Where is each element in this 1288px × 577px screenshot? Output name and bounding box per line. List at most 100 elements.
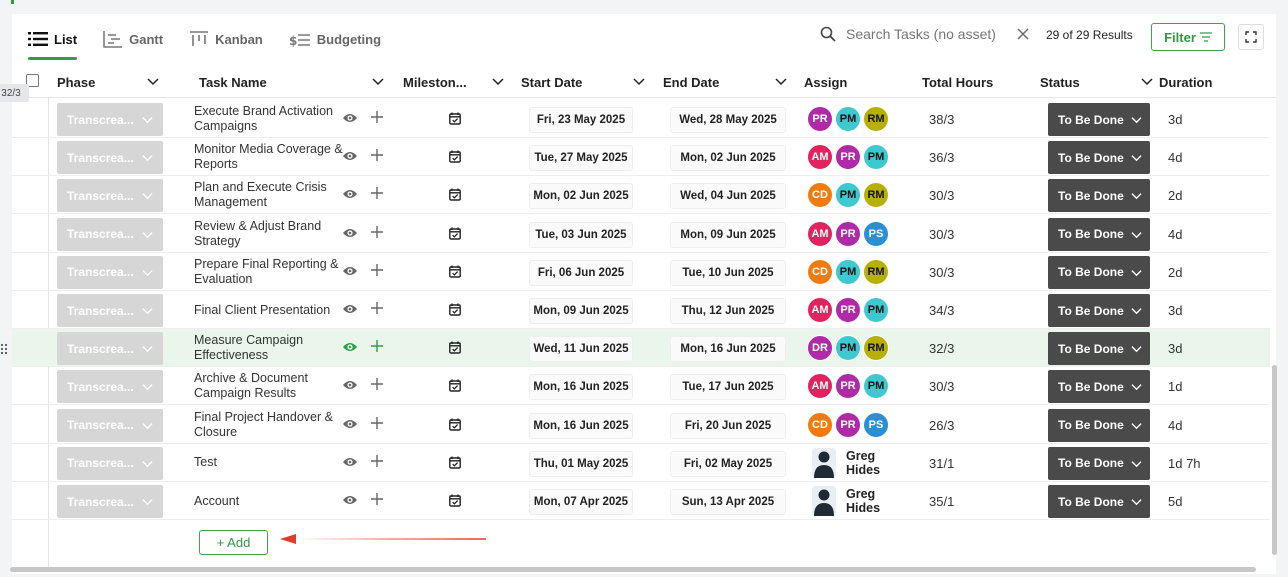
col-task-name[interactable]: Task Name [199,66,384,98]
vertical-scrollbar[interactable] [1272,365,1277,555]
calendar-check-icon[interactable] [449,418,461,431]
col-end-date[interactable]: End Date [663,66,787,98]
add-subtask-icon[interactable] [370,186,384,200]
task-name[interactable]: Test [194,446,344,480]
end-date-field[interactable]: Thu, 12 Jun 2025 [670,298,786,324]
end-date-field[interactable]: Wed, 04 Jun 2025 [670,183,786,210]
phase-select[interactable]: Transcrea... [57,332,163,366]
table-row[interactable]: Transcrea... Monitor Media Coverage & Rep… [12,138,1270,177]
table-row[interactable]: Transcrea... Final Project Handover & Clo… [12,406,1270,444]
end-date-field[interactable]: Mon, 02 Jun 2025 [670,145,786,172]
phase-select[interactable]: Transcrea... [57,370,163,404]
assignee-avatars[interactable]: CD PM RM [807,182,891,209]
eye-icon[interactable] [342,494,358,506]
status-select[interactable]: To Be Done [1048,446,1150,480]
eye-icon[interactable] [342,150,358,162]
table-row[interactable]: Transcrea... Archive & Document Campaign … [12,367,1270,406]
end-date-field[interactable]: Tue, 17 Jun 2025 [670,374,786,401]
table-row[interactable]: Transcrea... Final Client Presentation Mon… [12,291,1270,329]
task-name[interactable]: Review & Adjust Brand Strategy [194,217,344,251]
add-task-button[interactable]: + Add [199,530,268,555]
phase-select[interactable]: Transcrea... [57,408,163,442]
phase-select[interactable]: Transcrea... [57,217,163,251]
start-date-field[interactable]: Tue, 27 May 2025 [529,145,633,172]
task-name[interactable]: Account [194,484,344,518]
eye-icon[interactable] [342,112,358,124]
tab-list[interactable]: List [28,26,78,60]
col-phase[interactable]: Phase [57,66,159,98]
chevron-down-icon[interactable] [775,75,787,87]
col-status[interactable]: Status [1040,66,1153,98]
status-select[interactable]: To Be Done [1048,408,1150,442]
phase-select[interactable]: Transcrea... [57,179,163,213]
eye-icon[interactable] [342,265,358,277]
calendar-check-icon[interactable] [449,112,461,125]
start-date-field[interactable]: Mon, 09 Jun 2025 [529,298,633,324]
start-date-field[interactable]: Wed, 11 Jun 2025 [529,336,633,363]
task-name[interactable]: Monitor Media Coverage & Reports [194,140,344,174]
eye-icon[interactable] [342,227,358,239]
add-subtask-icon[interactable] [370,263,384,277]
start-date-field[interactable]: Mon, 16 Jun 2025 [529,374,633,401]
add-subtask-icon[interactable] [370,454,384,468]
end-date-field[interactable]: Sun, 13 Apr 2025 [670,489,786,515]
status-select[interactable]: To Be Done [1048,294,1150,327]
calendar-check-icon[interactable] [449,150,461,163]
phase-select[interactable]: Transcrea... [57,255,163,289]
calendar-check-icon[interactable] [449,456,461,469]
task-name[interactable]: Final Client Presentation [194,293,344,327]
add-subtask-icon[interactable] [370,416,384,430]
chevron-down-icon[interactable] [372,75,384,87]
status-select[interactable]: To Be Done [1048,179,1150,213]
col-assign[interactable]: Assign [804,66,904,98]
add-subtask-icon[interactable] [370,110,384,124]
end-date-field[interactable]: Wed, 28 May 2025 [670,107,786,133]
calendar-check-icon[interactable] [449,265,461,278]
add-subtask-icon[interactable] [370,301,384,315]
col-start-date[interactable]: Start Date [521,66,645,98]
phase-select[interactable]: Transcrea... [57,294,163,327]
status-select[interactable]: To Be Done [1048,255,1150,289]
start-date-field[interactable]: Thu, 01 May 2025 [529,450,633,477]
table-row[interactable]: Transcrea... Execute Brand Activation Cam… [12,100,1270,138]
task-name[interactable]: Plan and Execute Crisis Management [194,178,344,212]
calendar-check-icon[interactable] [449,227,461,240]
calendar-check-icon[interactable] [449,303,461,316]
calendar-check-icon[interactable] [449,341,461,354]
col-total-hours[interactable]: Total Hours [922,66,1022,98]
task-name[interactable]: Prepare Final Reporting & Evaluation [194,255,344,289]
filter-button[interactable]: Filter [1151,23,1225,51]
phase-select[interactable]: Transcrea... [57,103,163,136]
col-duration[interactable]: Duration [1159,66,1249,98]
phase-select[interactable]: Transcrea... [57,485,163,518]
start-date-field[interactable]: Mon, 16 Jun 2025 [529,412,633,439]
end-date-field[interactable]: Fri, 20 Jun 2025 [670,412,786,439]
assignee-person[interactable]: Greg Hides [812,486,890,516]
add-subtask-icon[interactable] [370,492,384,506]
task-name[interactable]: Final Project Handover & Closure [194,408,344,442]
start-date-field[interactable]: Fri, 23 May 2025 [529,107,633,133]
status-select[interactable]: To Be Done [1048,141,1150,175]
task-name[interactable]: Execute Brand Activation Campaigns [194,102,344,136]
eye-icon[interactable] [342,341,358,353]
table-row[interactable]: Transcrea... Test Thu, 01 May 2025 Fri, 02 … [12,444,1270,482]
assignee-avatars[interactable]: CD PM RM [807,258,891,285]
end-date-field[interactable]: Tue, 10 Jun 2025 [670,259,786,286]
table-row[interactable]: Transcrea... Prepare Final Reporting & Ev… [12,253,1270,291]
tab-budgeting[interactable]: $ Budgeting [289,26,381,52]
clear-search-icon[interactable] [1016,27,1030,41]
assignee-avatars[interactable]: DR PM RM [807,335,891,362]
phase-select[interactable]: Transcrea... [57,446,163,480]
tab-gantt[interactable]: Gantt [103,26,163,52]
add-subtask-icon[interactable] [370,377,384,391]
add-subtask-icon[interactable] [370,148,384,162]
eye-icon[interactable] [342,456,358,468]
end-date-field[interactable]: Fri, 02 May 2025 [670,450,786,477]
chevron-down-icon[interactable] [1141,75,1153,87]
add-subtask-icon[interactable] [370,339,384,353]
eye-icon[interactable] [342,418,358,430]
status-select[interactable]: To Be Done [1048,217,1150,251]
start-date-field[interactable]: Fri, 06 Jun 2025 [529,259,633,286]
chevron-down-icon[interactable] [633,75,645,87]
assignee-avatars[interactable]: AM PR PM [807,144,891,171]
